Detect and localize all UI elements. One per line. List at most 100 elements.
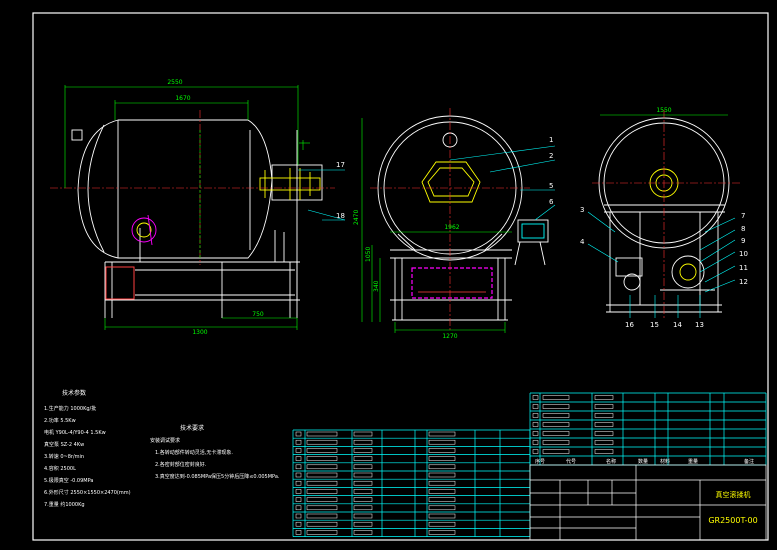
parts-cell-mark bbox=[428, 472, 456, 478]
dim-end-tankdia: 1962 bbox=[444, 224, 459, 231]
parts-cell-mark bbox=[428, 489, 456, 494]
cad-drawing: 2550 1670 1300 750 17 18 2470 1050 340 1… bbox=[32, 12, 769, 541]
tech-param-row: 真空泵 SZ-2 4Kw bbox=[44, 441, 84, 448]
tech-params-list: 1.生产能力 1000Kg/批 2.功率 5.5Kw 电机 Y90L-4/Y90… bbox=[44, 405, 131, 508]
parts-cell-mark bbox=[594, 395, 614, 400]
parts-cell-mark bbox=[295, 448, 302, 453]
parts-cell-mark bbox=[353, 431, 373, 437]
tech-req-heading: 技术要求 bbox=[180, 424, 204, 432]
parts-header-cell: 序号 bbox=[535, 458, 545, 465]
parts-cell-mark bbox=[295, 464, 302, 470]
balloon-5: 5 bbox=[549, 182, 553, 190]
parts-cell-mark bbox=[532, 404, 539, 409]
tech-param-row: 1.生产能力 1000Kg/批 bbox=[44, 405, 96, 412]
balloon-16: 16 bbox=[625, 321, 634, 329]
end-view bbox=[377, 115, 549, 321]
end-dimensions bbox=[361, 118, 512, 333]
parts-cell-mark bbox=[306, 448, 338, 453]
balloon-7: 7 bbox=[741, 212, 745, 220]
front-hidden-box bbox=[105, 266, 135, 300]
dim-front-tank: 1670 bbox=[175, 95, 190, 102]
sheet-border bbox=[32, 12, 769, 541]
parts-cell-mark bbox=[353, 521, 373, 527]
balloon-13: 13 bbox=[695, 321, 704, 329]
parts-cell-mark bbox=[428, 505, 456, 511]
parts-cell-mark bbox=[594, 404, 614, 409]
parts-cell-mark bbox=[594, 440, 614, 445]
parts-cell-mark bbox=[295, 513, 302, 519]
title-block bbox=[529, 464, 767, 541]
dim-end-base: 1270 bbox=[442, 333, 457, 340]
parts-cell-mark bbox=[542, 449, 570, 454]
parts-cell-mark bbox=[532, 440, 539, 445]
parts-cell-mark bbox=[306, 505, 338, 511]
balloon-15: 15 bbox=[650, 321, 659, 329]
parts-cell-mark bbox=[428, 448, 456, 453]
balloon-11: 11 bbox=[739, 264, 748, 272]
parts-cell-mark bbox=[295, 505, 302, 511]
parts-cell-mark bbox=[542, 404, 570, 409]
parts-cell-mark bbox=[428, 439, 456, 445]
tech-param-row: 7.重量 约1000Kg bbox=[44, 501, 85, 508]
parts-cell-mark bbox=[295, 497, 302, 502]
tech-param-row: 6.外形尺寸 2550×1550×2470(mm) bbox=[44, 489, 131, 496]
dim-end-mid: 1050 bbox=[365, 247, 372, 262]
parts-cell-mark bbox=[532, 395, 539, 400]
tech-param-row: 3.转速 0~8r/min bbox=[44, 453, 84, 460]
parts-cell-mark bbox=[542, 413, 570, 418]
parts-cell-mark bbox=[542, 395, 570, 400]
parts-cell-mark bbox=[295, 472, 302, 478]
dim-end-height: 2470 bbox=[353, 210, 360, 225]
parts-cell-mark bbox=[306, 521, 338, 527]
parts-cell-mark bbox=[353, 513, 373, 519]
front-view bbox=[71, 119, 323, 318]
tech-req-row: 3.真空度达到-0.085MPa保压5分钟后压降≤0.005MPa. bbox=[155, 473, 280, 480]
balloon-18: 18 bbox=[336, 212, 345, 220]
parts-cell-mark bbox=[295, 480, 302, 486]
balloon-17: 17 bbox=[336, 161, 345, 169]
dim-side-width: 1550 bbox=[656, 107, 671, 114]
parts-cell-mark bbox=[306, 456, 338, 461]
tech-params-heading: 技术参数 bbox=[62, 389, 86, 397]
tech-req-row: 安装调试要求 bbox=[150, 437, 180, 444]
parts-cell-mark bbox=[594, 422, 614, 427]
parts-cell-mark bbox=[306, 530, 338, 535]
parts-cell-mark bbox=[295, 521, 302, 527]
parts-cell-mark bbox=[428, 513, 456, 519]
parts-header-cell: 备注 bbox=[744, 458, 754, 465]
parts-cell-mark bbox=[594, 449, 614, 454]
parts-cell-mark bbox=[532, 422, 539, 427]
parts-cell-mark bbox=[594, 431, 614, 436]
parts-cell-mark bbox=[295, 489, 302, 494]
drawing-number: GR2500T-00 bbox=[708, 516, 757, 525]
parts-cell-mark bbox=[306, 497, 338, 502]
balloon-10: 10 bbox=[739, 250, 748, 258]
parts-cell-mark bbox=[306, 431, 338, 437]
parts-cell-mark bbox=[306, 439, 338, 445]
balloon-8: 8 bbox=[741, 225, 745, 233]
dim-front-overall: 2550 bbox=[167, 79, 182, 86]
balloon-1: 1 bbox=[549, 136, 553, 144]
parts-cell-mark bbox=[306, 489, 338, 494]
tech-param-row: 2.功率 5.5Kw bbox=[44, 417, 76, 424]
product-name: 真空滚揉机 bbox=[716, 490, 751, 499]
dim-end-leg: 340 bbox=[373, 280, 380, 292]
balloon-6: 6 bbox=[549, 198, 554, 206]
parts-cell-mark bbox=[428, 530, 456, 535]
tech-req-list: 安装调试要求 1.各转动部件转动灵活,无卡滞现象. 2.各密封部位密封良好. 3… bbox=[150, 437, 280, 480]
parts-header-cell: 代号 bbox=[566, 458, 576, 465]
dim-front-base: 1300 bbox=[192, 329, 207, 336]
parts-cell-mark bbox=[353, 489, 373, 494]
balloon-4: 4 bbox=[580, 238, 585, 246]
parts-cell-mark bbox=[428, 456, 456, 461]
tech-param-row: 5.极限真空 -0.09MPa bbox=[44, 477, 93, 484]
parts-cell-mark bbox=[306, 464, 338, 470]
parts-cell-mark bbox=[353, 530, 373, 535]
parts-cell-mark bbox=[295, 456, 302, 461]
parts-cell-mark bbox=[306, 513, 338, 519]
parts-cell-mark bbox=[353, 439, 373, 445]
parts-cell-mark bbox=[428, 480, 456, 486]
parts-header-cell: 数量 bbox=[638, 458, 648, 465]
parts-cell-mark bbox=[428, 431, 456, 437]
parts-cell-mark bbox=[353, 480, 373, 486]
